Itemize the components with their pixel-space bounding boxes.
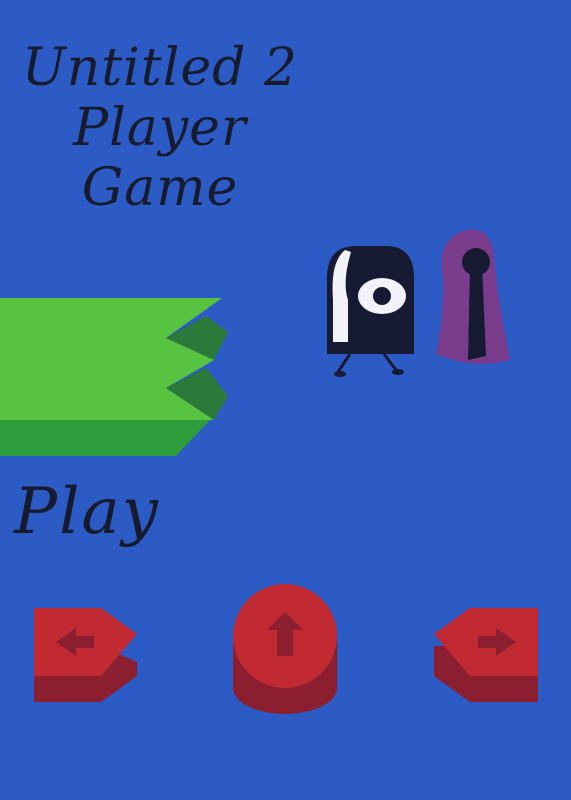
move-right-button[interactable] (430, 604, 542, 706)
jump-button[interactable] (229, 580, 341, 720)
green-platform (0, 298, 228, 456)
play-button[interactable]: Play (14, 474, 160, 550)
player-one-character (327, 246, 414, 377)
move-left-button[interactable] (30, 604, 142, 706)
player-two-character (436, 229, 510, 364)
